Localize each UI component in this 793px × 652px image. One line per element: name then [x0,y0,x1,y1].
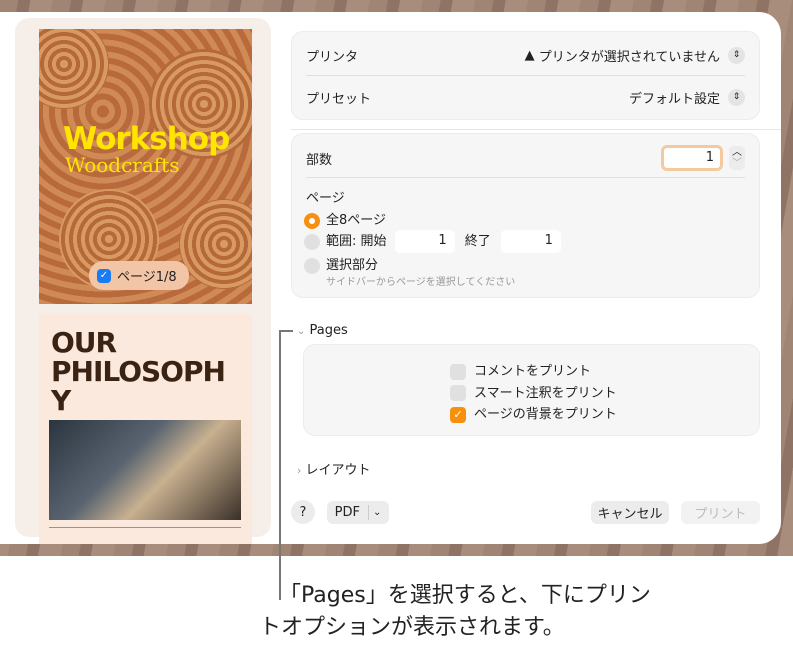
radio-range[interactable]: 範囲: 開始 1 終了 1 [304,230,561,253]
pages-options-panel: コメントをプリント スマート注釈をプリント ✓ ページの背景をプリント [303,344,760,436]
checkmark-icon: ✓ [450,406,466,423]
callout-line [279,330,281,600]
updown-chevron-icon: ⇕ [728,46,745,64]
range-from-input[interactable]: 1 [394,230,455,253]
print-button[interactable]: プリント [681,501,760,524]
page-thumbnail-2[interactable]: OUR PHILOSOPH Y [39,314,252,544]
callout-text: 「Pages」を選択すると、下にプリン トオプションが表示されます。 [259,583,651,640]
checkmark-icon: ✓ [97,268,111,283]
pdf-menu-button[interactable]: PDF ⌄ [327,501,389,524]
preset-label: プリセット [306,91,372,107]
printer-select[interactable]: ▲ プリンタが選択されていません ⇕ [525,46,745,65]
range-to-input[interactable]: 1 [500,230,561,253]
checkbox-print-comments[interactable]: コメントをプリント [450,361,617,383]
chevron-down-icon: ⌄ [297,326,306,337]
checkbox-icon [450,363,466,380]
checkbox-icon [450,385,466,401]
printer-panel: プリンタ ▲ プリンタが選択されていません ⇕ プリセット デフォルト設定 ⇕ [291,31,760,120]
preset-select[interactable]: デフォルト設定 ⇕ [629,88,745,107]
chevron-right-icon: › [297,464,302,477]
page-thumbnail-1[interactable]: Workshop Woodcrafts ✓ ページ1/8 [39,29,252,304]
range-to-label: 終了 [464,234,491,249]
pages-section-toggle[interactable]: ⌄ Pages [297,323,348,338]
page1-subtitle: Woodcrafts [65,153,180,177]
page-select-badge[interactable]: ✓ ページ1/8 [89,261,189,290]
cancel-button[interactable]: キャンセル [591,501,669,524]
divider [49,527,241,528]
updown-chevron-icon: ⇕ [728,88,745,106]
page2-title: OUR PHILOSOPH Y [51,326,226,417]
checkbox-print-background[interactable]: ✓ ページの背景をプリント [450,404,617,426]
warning-icon: ▲ [524,47,539,63]
radio-icon [304,257,320,274]
copies-pages-panel: 部数 1 ︿ ﹀ ページ 全8ページ 範囲: 開始 1 終了 1 選択部分 サイドバ… [291,133,760,298]
layout-section-toggle[interactable]: › レイアウト [297,459,371,478]
callout-tick [279,330,293,332]
page-badge-label: ページ1/8 [117,270,177,285]
radio-all-pages[interactable]: 全8ページ [304,209,386,229]
copies-label: 部数 [306,152,333,168]
selection-hint: サイドバーからページを選択してください [326,277,516,288]
help-button[interactable]: ? [291,500,315,524]
copies-stepper[interactable]: ︿ ﹀ [729,146,745,170]
chevron-down-icon: ⌄ [372,507,382,518]
radio-icon [304,233,320,250]
workshop-photo [49,420,241,520]
radio-icon [304,212,320,229]
radio-selection[interactable]: 選択部分 [304,254,378,274]
page1-title: Workshop [63,121,230,157]
printer-label: プリンタ [306,49,359,65]
pages-label: ページ [306,191,345,206]
checkbox-print-smart-annotations[interactable]: スマート注釈をプリント [450,383,617,405]
copies-input[interactable]: 1 [661,145,723,171]
